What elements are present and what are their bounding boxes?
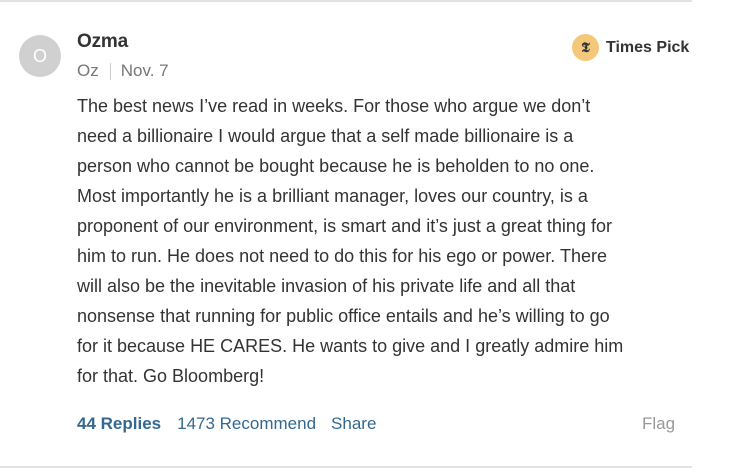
recommend-button[interactable]: 1473 Recommend: [177, 414, 316, 434]
comment-line: Most importantly he is a brilliant manag…: [77, 186, 588, 206]
comment-line: him to run. He does not need to do this …: [77, 246, 607, 266]
replies-button[interactable]: 44 Replies: [77, 414, 161, 434]
comment-meta: Oz Nov. 7: [77, 61, 169, 81]
comment-line: need a billionaire I would argue that a …: [77, 126, 574, 146]
avatar[interactable]: O: [19, 35, 61, 77]
times-pick-badge: 𝕿 Times Pick: [572, 34, 689, 61]
comment-line: will also be the inevitable invasion of …: [77, 276, 576, 296]
comment-card: O Ozma Oz Nov. 7 𝕿 Times Pick The best n…: [0, 0, 740, 472]
share-button[interactable]: Share: [331, 414, 376, 434]
author-name[interactable]: Ozma: [77, 31, 128, 53]
author-location: Oz: [77, 61, 99, 80]
comment-line: proponent of our environment, is smart a…: [77, 216, 612, 236]
comment-body: The best news I’ve read in weeks. For th…: [77, 91, 692, 391]
times-pick-label: Times Pick: [606, 38, 690, 56]
nyt-t-icon: 𝕿: [572, 34, 599, 61]
bottom-divider: [0, 466, 692, 468]
comment-line: for it because HE CARES. He wants to giv…: [77, 336, 624, 356]
meta-separator: [109, 62, 111, 80]
comment-actions: 44 Replies 1473 Recommend Share: [77, 414, 376, 434]
comment-line: person who cannot be bought because he i…: [77, 156, 595, 176]
comment-date: Nov. 7: [120, 61, 169, 80]
avatar-initial: O: [32, 45, 47, 66]
comment-line: The best news I’ve read in weeks. For th…: [77, 96, 591, 116]
comment-line: nonsense that running for public office …: [77, 306, 610, 326]
top-divider: [0, 0, 692, 2]
flag-button[interactable]: Flag: [642, 414, 675, 434]
comment-line: for that. Go Bloomberg!: [77, 366, 265, 386]
